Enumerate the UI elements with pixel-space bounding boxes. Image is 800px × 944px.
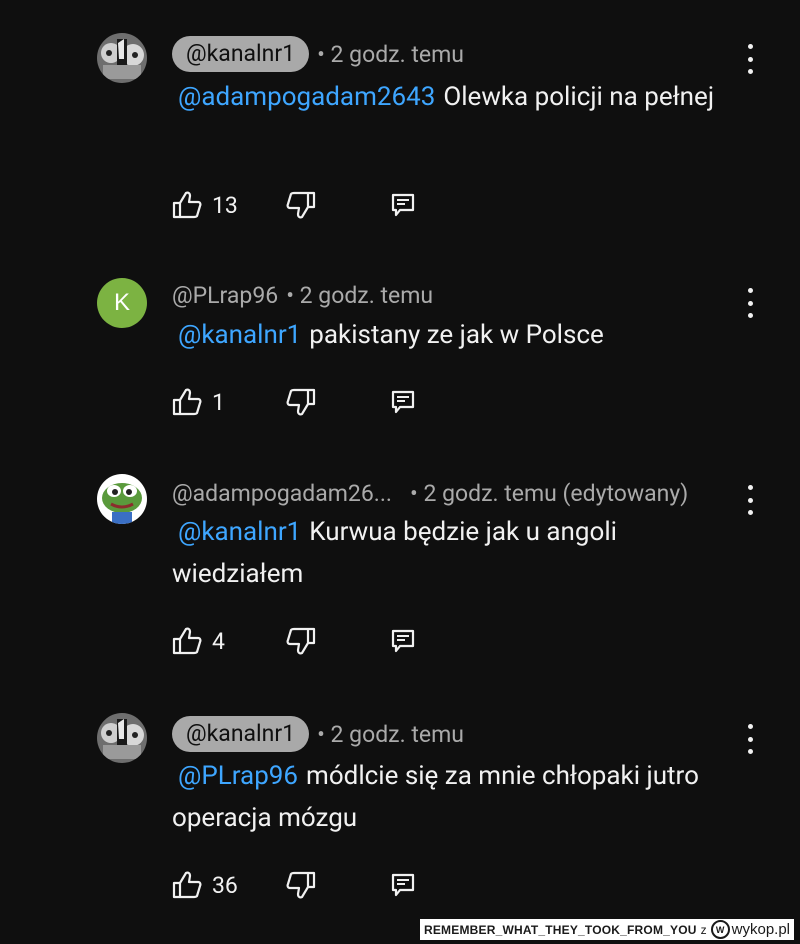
author-name[interactable]: @PLrap96 <box>172 282 278 309</box>
like-button[interactable]: 13 <box>172 191 238 219</box>
wykop-logo-icon: W <box>710 920 730 939</box>
comment-actions: 13 <box>172 188 415 222</box>
dislike-button[interactable] <box>286 385 316 419</box>
like-count: 1 <box>212 388 225 416</box>
more-options-icon[interactable] <box>740 44 760 74</box>
comment-actions: 4 <box>172 624 415 658</box>
avatar[interactable] <box>97 713 147 763</box>
avatar[interactable]: K <box>97 278 147 328</box>
like-button[interactable]: 1 <box>172 388 225 416</box>
author-chip[interactable]: @kanalnr1 <box>172 716 310 752</box>
avatar[interactable] <box>97 33 147 83</box>
thumbs-up-icon <box>172 191 202 219</box>
more-options-icon[interactable] <box>740 485 760 515</box>
skull-avatar-icon <box>97 33 147 83</box>
author-chip[interactable]: @kanalnr1 <box>172 36 310 72</box>
reply-button[interactable] <box>390 868 416 902</box>
timestamp: • 2 godz. temu <box>286 281 434 309</box>
comment-text: @adampogadam2643 Olewka policji na pełnej <box>172 76 732 118</box>
comment-meta: @kanalnr1 • 2 godz. temu <box>172 715 464 753</box>
watermark-z: z <box>700 922 707 937</box>
reply-comment-icon <box>391 193 415 217</box>
like-button[interactable]: 36 <box>172 871 238 899</box>
reply-comment-icon <box>391 390 415 414</box>
thumbs-down-icon <box>286 871 316 899</box>
timestamp: • 2 godz. temu <box>317 720 464 748</box>
dislike-button[interactable] <box>286 624 316 658</box>
reply-comment-icon <box>391 873 415 897</box>
avatar[interactable] <box>97 474 147 524</box>
thumbs-up-icon <box>172 388 202 416</box>
more-options-icon[interactable] <box>740 288 760 318</box>
timestamp: • 2 godz. temu <box>317 40 464 68</box>
comment-meta: @PLrap96 • 2 godz. temu <box>172 276 433 314</box>
thumbs-up-icon <box>172 871 202 899</box>
thumbs-down-icon <box>286 627 316 655</box>
reply-button[interactable] <box>390 188 416 222</box>
reply-comment-icon <box>391 629 415 653</box>
dislike-button[interactable] <box>286 868 316 902</box>
mention-link[interactable]: @kanalnr1 <box>178 517 301 547</box>
reply-button[interactable] <box>390 624 416 658</box>
comment-text: @kanalnr1 pakistany ze jak w Polsce <box>172 314 732 356</box>
thumbs-down-icon <box>286 191 316 219</box>
skull-avatar-icon <box>97 713 147 763</box>
comment-text: @PLrap96 módlcie się za mnie chłopaki jut… <box>172 755 732 839</box>
thumbs-up-icon <box>172 627 202 655</box>
mention-link[interactable]: @PLrap96 <box>178 761 298 791</box>
site-logo: Wwykop.pl <box>710 920 790 939</box>
timestamp: • 2 godz. temu (edytowany) <box>409 479 689 507</box>
watermark-bar: REMEMBER_WHAT_THEY_TOOK_FROM_YOU z Wwyko… <box>419 919 794 940</box>
comment-body: pakistany ze jak w Polsce <box>309 320 604 350</box>
comment-meta: @adampogadam26... • 2 godz. temu (edytow… <box>172 474 688 512</box>
like-count: 13 <box>212 191 238 219</box>
mention-link[interactable]: @kanalnr1 <box>178 320 301 350</box>
dislike-button[interactable] <box>286 188 316 222</box>
like-count: 4 <box>212 627 225 655</box>
reply-button[interactable] <box>390 385 416 419</box>
thumbs-down-icon <box>286 388 316 416</box>
mention-link[interactable]: @adampogadam2643 <box>178 82 435 112</box>
comment-actions: 36 <box>172 868 415 902</box>
comment-text: @kanalnr1 Kurwua będzie jak u angoli wied… <box>172 511 732 595</box>
frog-avatar-icon <box>97 474 147 524</box>
author-name[interactable]: @adampogadam26... <box>172 480 392 507</box>
comment-body: Olewka policji na pełnej <box>443 82 715 112</box>
like-button[interactable]: 4 <box>172 627 225 655</box>
like-count: 36 <box>212 871 238 899</box>
watermark-text: REMEMBER_WHAT_THEY_TOOK_FROM_YOU <box>423 922 697 937</box>
comment-meta: @kanalnr1 • 2 godz. temu <box>172 35 464 73</box>
more-options-icon[interactable] <box>740 724 760 754</box>
site-name: wykop.pl <box>731 921 790 938</box>
comment-actions: 1 <box>172 385 415 419</box>
